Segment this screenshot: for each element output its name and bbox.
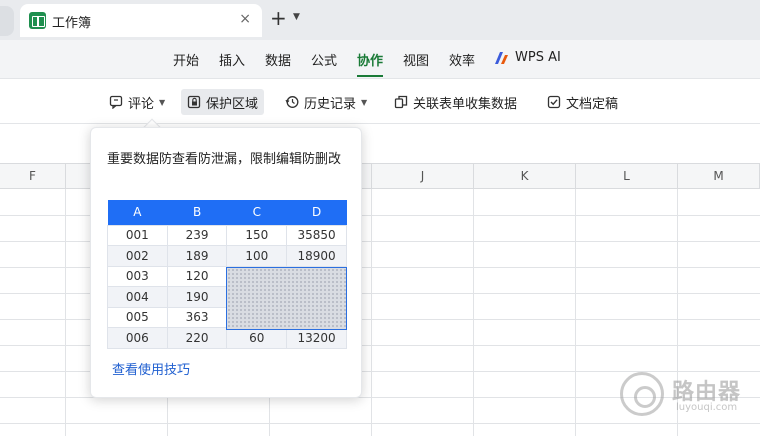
menu-wps-ai[interactable]: WPS AI <box>515 50 561 65</box>
history-button[interactable]: 历史记录 ▼ <box>279 89 373 115</box>
table-row: 002 189 100 18900 <box>107 245 347 267</box>
table-cell: 189 <box>166 245 228 267</box>
column-header-j[interactable]: J <box>372 163 474 189</box>
popup-description: 重要数据防查看防泄漏，限制编辑防删改 <box>107 152 342 167</box>
check-box-icon <box>547 95 561 109</box>
menu-formula[interactable]: 公式 <box>311 50 337 69</box>
table-cell: 004 <box>107 286 168 308</box>
comment-label: 评论 <box>128 96 155 112</box>
demo-header-b: B <box>167 200 227 225</box>
menu-efficiency[interactable]: 效率 <box>449 50 475 69</box>
workbook-tab[interactable]: 工作簿 × <box>20 4 262 37</box>
form-link-icon <box>394 95 408 109</box>
watermark-url: luyouqi.com <box>676 402 738 413</box>
collaborate-toolbar: 评论 ▼ 保护区域 历史记录 ▼ 关联表单收集数据 文档定稿 <box>0 78 760 124</box>
table-cell: 150 <box>226 224 288 246</box>
close-icon[interactable]: × <box>239 11 251 27</box>
grid-line <box>0 423 760 424</box>
comment-button[interactable]: 评论 ▼ <box>103 89 171 115</box>
finalize-doc-button[interactable]: 文档定稿 <box>541 89 624 115</box>
demo-header-a: A <box>107 200 168 225</box>
finalize-doc-label: 文档定稿 <box>566 96 619 112</box>
column-header-l[interactable]: L <box>576 163 678 189</box>
table-cell: 18900 <box>286 245 347 267</box>
spreadsheet-icon <box>29 12 46 29</box>
table-cell: 120 <box>166 265 228 287</box>
related-form-label: 关联表单收集数据 <box>413 96 518 112</box>
table-cell: 005 <box>107 306 168 328</box>
ribbon-menu: 开始 插入 数据 公式 协作 视图 效率 WPS AI <box>0 40 760 78</box>
chevron-down-icon[interactable]: ▼ <box>293 12 300 22</box>
chevron-down-icon: ▼ <box>159 97 166 107</box>
demo-header-d: D <box>286 200 347 225</box>
protect-area-popup: 重要数据防查看防泄漏，限制编辑防删改 A B C D 001 239 150 3… <box>90 127 362 398</box>
menu-data[interactable]: 数据 <box>265 50 291 69</box>
menu-collaborate[interactable]: 协作 <box>357 50 383 69</box>
table-cell: 001 <box>107 224 168 246</box>
table-cell: 35850 <box>286 224 347 246</box>
table-cell: 220 <box>166 327 228 349</box>
tab-bar: 工作簿 × + ▼ <box>0 0 760 40</box>
table-cell: 13200 <box>286 327 347 349</box>
wps-ai-icon <box>495 52 508 64</box>
table-cell: 006 <box>107 327 168 349</box>
chevron-down-icon: ▼ <box>361 97 368 107</box>
previous-tab[interactable] <box>0 6 14 36</box>
menu-insert[interactable]: 插入 <box>219 50 245 69</box>
protect-area-button[interactable]: 保护区域 <box>181 89 265 115</box>
active-tab-underline <box>357 75 383 77</box>
comment-icon <box>109 95 123 109</box>
grid-line <box>473 189 474 436</box>
column-header-m[interactable]: M <box>678 163 760 189</box>
lock-sheet-icon <box>187 95 201 109</box>
tab-title: 工作簿 <box>52 16 92 31</box>
table-cell: 239 <box>166 224 228 246</box>
watermark-logo-icon <box>620 372 664 416</box>
history-label: 历史记录 <box>304 96 357 112</box>
column-header-f[interactable]: F <box>0 163 66 189</box>
protected-range-overlay <box>226 267 347 330</box>
table-row: 006 220 60 13200 <box>107 327 347 349</box>
demo-header-c: C <box>226 200 287 225</box>
table-cell: 60 <box>226 327 288 349</box>
table-cell: 190 <box>166 286 228 308</box>
grid-line <box>575 189 576 436</box>
new-tab-icon[interactable]: + <box>270 6 287 30</box>
usage-tips-link[interactable]: 查看使用技巧 <box>112 359 190 378</box>
table-cell: 003 <box>107 265 168 287</box>
table-cell: 100 <box>226 245 288 267</box>
demo-header-row: A B C D <box>107 200 347 225</box>
column-header-k[interactable]: K <box>474 163 576 189</box>
related-form-button[interactable]: 关联表单收集数据 <box>388 89 523 115</box>
table-cell: 002 <box>107 245 168 267</box>
menu-start[interactable]: 开始 <box>173 50 199 69</box>
table-cell: 363 <box>166 306 228 328</box>
grid-line <box>371 189 372 436</box>
grid-line <box>65 189 66 436</box>
protect-area-label: 保护区域 <box>206 96 259 112</box>
table-row: 001 239 150 35850 <box>107 224 347 246</box>
history-icon <box>285 96 299 108</box>
menu-view[interactable]: 视图 <box>403 50 429 69</box>
